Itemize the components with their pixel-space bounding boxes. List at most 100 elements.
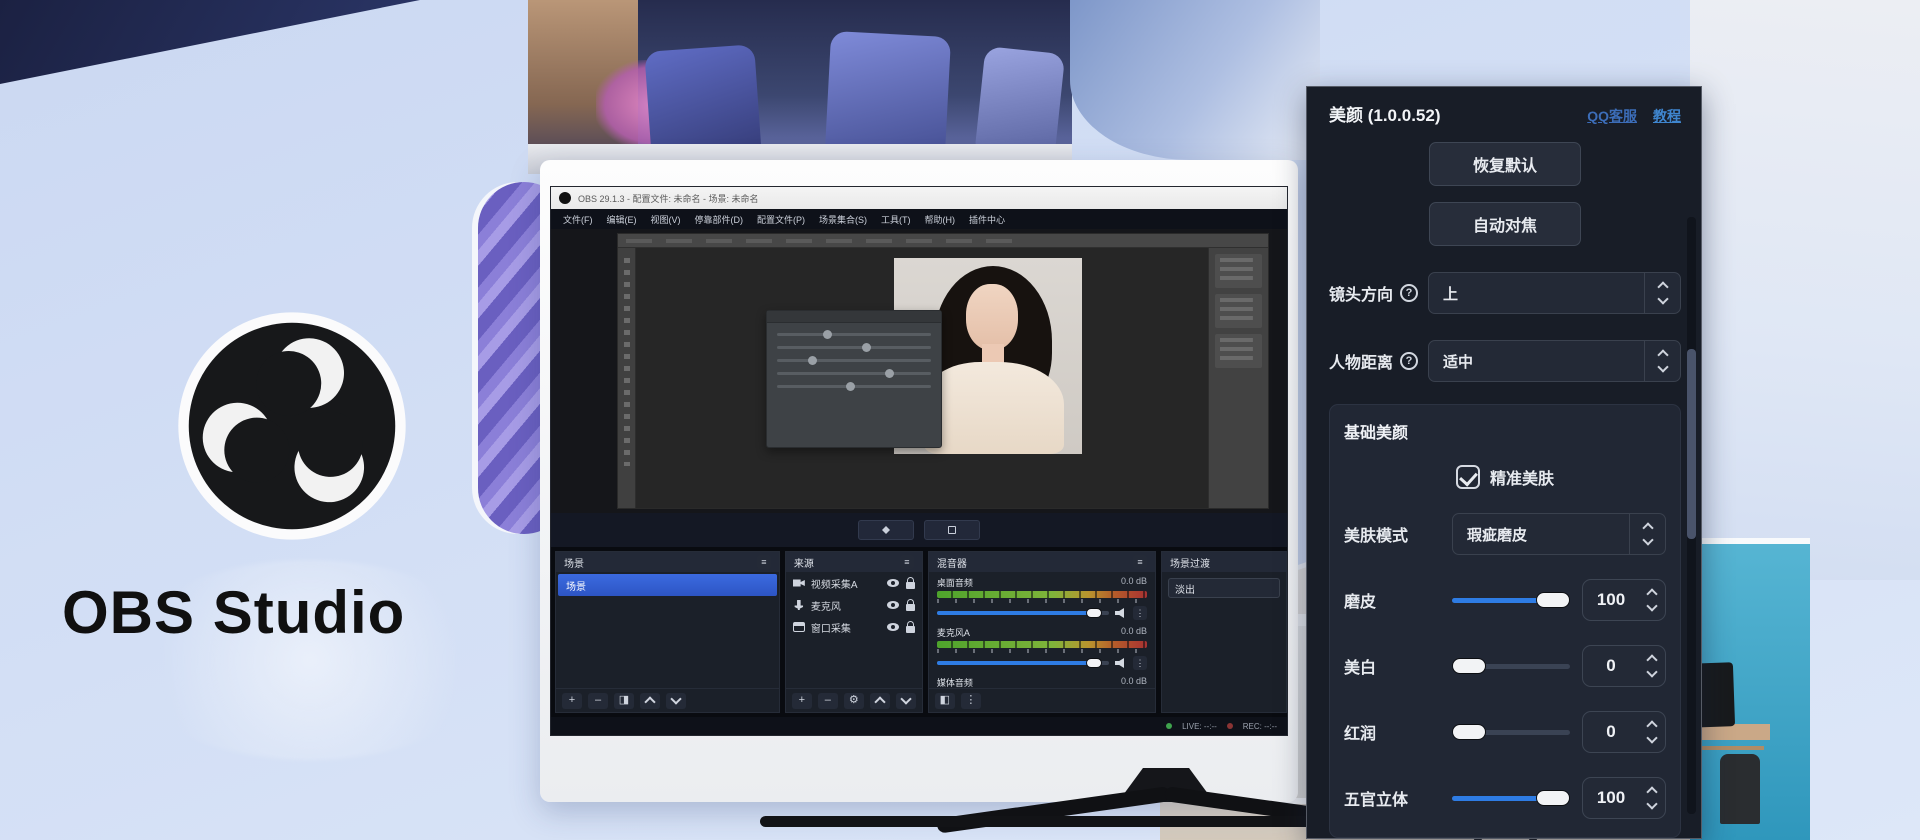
- menu-edit[interactable]: 编辑(E): [607, 213, 637, 226]
- slider-handle[interactable]: [1452, 658, 1486, 674]
- ps-panels: [1208, 248, 1268, 508]
- slider-handle[interactable]: [1536, 592, 1570, 608]
- source-item[interactable]: 窗口采集: [786, 616, 922, 638]
- photo-stool: [1720, 754, 1760, 824]
- face-3d-label: 五官立体: [1344, 786, 1440, 810]
- sources-dock: 来源 ≡ 视频采集A 麦克风 窗: [785, 551, 923, 713]
- face-3d-value-spinner[interactable]: 100: [1582, 777, 1666, 819]
- face-3d-slider[interactable]: [1452, 790, 1570, 806]
- menu-view[interactable]: 视图(V): [651, 213, 681, 226]
- mixer-options-icon[interactable]: ⋮: [1133, 656, 1147, 670]
- obs-window: OBS 29.1.3 - 配置文件: 未命名 - 场景: 未命名 文件(F) 编…: [550, 186, 1288, 736]
- preview-tab-button-2[interactable]: [924, 520, 980, 540]
- source-properties-button[interactable]: ⚙: [844, 693, 864, 709]
- dock-menu-icon[interactable]: ≡: [900, 555, 914, 569]
- spin-up-icon[interactable]: [1646, 654, 1657, 665]
- basic-beauty-group: 基础美颜 精准美肤 美肤模式 瑕疵磨皮 磨皮 100 美白: [1329, 404, 1681, 838]
- rosy-slider[interactable]: [1452, 724, 1570, 740]
- spin-down-icon[interactable]: [1646, 666, 1657, 677]
- source-down-button[interactable]: [896, 693, 916, 709]
- spin-up-icon[interactable]: [1646, 720, 1657, 731]
- help-icon[interactable]: ?: [1400, 352, 1418, 370]
- rosy-value-spinner[interactable]: 0: [1582, 711, 1666, 753]
- menu-file[interactable]: 文件(F): [563, 213, 593, 226]
- help-icon[interactable]: ?: [1400, 284, 1418, 302]
- dock-menu-icon[interactable]: ≡: [1133, 555, 1147, 569]
- menu-scene-collection[interactable]: 场景集合(S): [819, 213, 867, 226]
- lock-icon[interactable]: [906, 604, 915, 611]
- dock-menu-icon[interactable]: ≡: [757, 555, 771, 569]
- smoothing-value-spinner[interactable]: 100: [1582, 579, 1666, 621]
- spin-up-icon[interactable]: [1646, 786, 1657, 797]
- add-source-button[interactable]: +: [792, 693, 812, 709]
- menu-profile[interactable]: 配置文件(P): [757, 213, 805, 226]
- ps-adjustment-dialog: [766, 310, 942, 448]
- scene-filters-button[interactable]: ◨: [614, 693, 634, 709]
- scene-item-selected[interactable]: 场景: [558, 574, 777, 596]
- mixer-advanced-button[interactable]: ⋮: [961, 693, 981, 709]
- add-scene-button[interactable]: +: [562, 693, 582, 709]
- preview-button-strip: [551, 513, 1287, 547]
- visibility-eye-icon[interactable]: [887, 579, 899, 587]
- scene-up-button[interactable]: [640, 693, 660, 709]
- person-distance-label: 人物距离: [1329, 349, 1393, 373]
- mixer-filters-button[interactable]: ◧: [935, 693, 955, 709]
- select-spinner[interactable]: [1644, 273, 1680, 313]
- transitions-dock-title: 场景过渡: [1170, 555, 1210, 570]
- panel-scrollbar-thumb[interactable]: [1687, 349, 1696, 539]
- spin-down-icon[interactable]: [1646, 600, 1657, 611]
- menu-docks[interactable]: 停靠部件(D): [695, 213, 744, 226]
- mixer-options-icon[interactable]: ⋮: [1133, 606, 1147, 620]
- select-spinner[interactable]: [1629, 514, 1665, 554]
- auto-focus-button[interactable]: 自动对焦: [1429, 202, 1581, 246]
- visibility-eye-icon[interactable]: [887, 601, 899, 609]
- transition-select[interactable]: 淡出: [1168, 578, 1280, 598]
- lock-icon[interactable]: [906, 626, 915, 633]
- source-item[interactable]: 视频采集A: [786, 572, 922, 594]
- obs-titlebar: OBS 29.1.3 - 配置文件: 未命名 - 场景: 未命名: [551, 187, 1287, 209]
- spin-down-icon[interactable]: [1646, 798, 1657, 809]
- person-distance-select[interactable]: 适中: [1428, 340, 1681, 382]
- volume-slider[interactable]: [937, 661, 1109, 665]
- whitening-value-spinner[interactable]: 0: [1582, 645, 1666, 687]
- restore-default-button[interactable]: 恢复默认: [1429, 142, 1581, 186]
- select-spinner[interactable]: [1644, 341, 1680, 381]
- precise-skin-checkbox[interactable]: [1456, 465, 1480, 489]
- rec-status: REC: --:--: [1243, 722, 1277, 731]
- qq-support-link[interactable]: QQ客服: [1587, 106, 1637, 126]
- lock-icon[interactable]: [906, 582, 915, 589]
- menu-help[interactable]: 帮助(H): [925, 213, 956, 226]
- whitening-slider[interactable]: [1452, 658, 1570, 674]
- tutorial-link[interactable]: 教程: [1653, 106, 1681, 126]
- remove-scene-button[interactable]: –: [588, 693, 608, 709]
- obs-studio-logo: [176, 310, 408, 542]
- slider-handle[interactable]: [1452, 724, 1486, 740]
- menu-plugin-center[interactable]: 插件中心: [969, 213, 1005, 226]
- monitor-stand-base: [760, 816, 1360, 827]
- camera-direction-label: 镜头方向: [1329, 281, 1393, 305]
- source-item[interactable]: 麦克风: [786, 594, 922, 616]
- scene-down-button[interactable]: [666, 693, 686, 709]
- speaker-icon[interactable]: [1115, 608, 1127, 618]
- camera-direction-select[interactable]: 上: [1428, 272, 1681, 314]
- spin-down-icon[interactable]: [1646, 732, 1657, 743]
- visibility-eye-icon[interactable]: [887, 623, 899, 631]
- ps-canvas: [636, 248, 1208, 508]
- smoothing-slider[interactable]: [1452, 592, 1570, 608]
- slider-handle[interactable]: [1536, 790, 1570, 806]
- spin-up-icon[interactable]: [1646, 588, 1657, 599]
- background-right-panel: [1690, 0, 1920, 580]
- skin-mode-select[interactable]: 瑕疵磨皮: [1452, 513, 1666, 555]
- speaker-icon[interactable]: [1115, 658, 1127, 668]
- source-up-button[interactable]: [870, 693, 890, 709]
- live-status: LIVE: --:--: [1182, 722, 1217, 731]
- preview-tab-button-1[interactable]: [858, 520, 914, 540]
- volume-slider[interactable]: [937, 611, 1109, 615]
- sources-dock-title: 来源: [794, 555, 814, 570]
- remove-source-button[interactable]: –: [818, 693, 838, 709]
- rec-indicator-icon: [1227, 723, 1233, 729]
- obs-menubar: 文件(F) 编辑(E) 视图(V) 停靠部件(D) 配置文件(P) 场景集合(S…: [551, 209, 1287, 229]
- menu-tools[interactable]: 工具(T): [881, 213, 911, 226]
- gaming-chair: [825, 31, 951, 157]
- captured-photoshop-window: [617, 233, 1269, 509]
